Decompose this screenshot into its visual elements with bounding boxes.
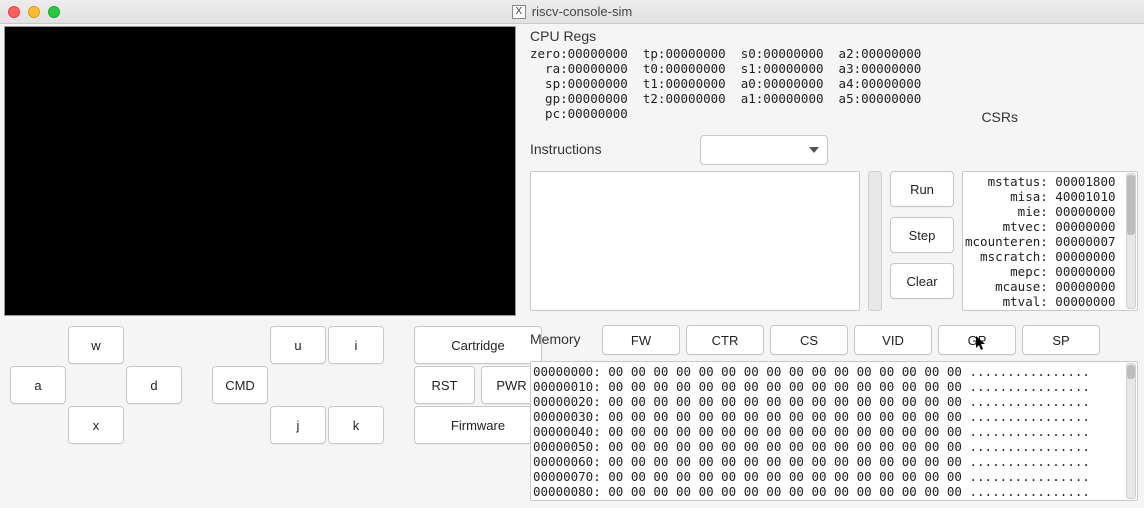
dpad-right-button[interactable]: d: [126, 366, 182, 404]
mem-tab-gp[interactable]: GP: [938, 325, 1016, 355]
cpu-regs-label: CPU Regs: [530, 28, 1138, 44]
k-button[interactable]: k: [328, 406, 384, 444]
clear-button[interactable]: Clear: [890, 263, 954, 299]
minimize-icon[interactable]: [28, 6, 40, 18]
window-controls: [8, 6, 60, 18]
memory-hex-text: 00000000: 00 00 00 00 00 00 00 00 00 00 …: [533, 364, 1123, 501]
rst-button[interactable]: RST: [414, 366, 475, 404]
window-title: riscv-console-sim: [532, 4, 632, 19]
dpad-up-button[interactable]: w: [68, 326, 124, 364]
maximize-icon[interactable]: [48, 6, 60, 18]
csr-text: mstatus: 00001800 misa: 40001010 mie: 00…: [965, 174, 1137, 311]
memory-hex-view[interactable]: 00000000: 00 00 00 00 00 00 00 00 00 00 …: [530, 361, 1138, 501]
mem-tab-ctr[interactable]: CTR: [686, 325, 764, 355]
instructions-combo[interactable]: [700, 135, 828, 165]
titlebar: X riscv-console-sim: [0, 0, 1144, 24]
dpad: w a d x: [10, 326, 182, 444]
instructions-list[interactable]: [530, 171, 860, 311]
cmd-button[interactable]: CMD: [212, 366, 268, 404]
mem-tab-cs[interactable]: CS: [770, 325, 848, 355]
dpad-down-button[interactable]: x: [68, 406, 124, 444]
mem-tab-fw[interactable]: FW: [602, 325, 680, 355]
instructions-scrollbar[interactable]: [868, 171, 882, 311]
csrs-label: CSRs: [981, 109, 1018, 125]
face-buttons: CMD u i j k: [212, 326, 384, 444]
instructions-label: Instructions: [530, 141, 690, 157]
display-screen: [4, 26, 516, 316]
cpu-regs: zero:00000000 tp:00000000 s0:00000000 a2…: [530, 46, 1138, 121]
csrs-scrollbar[interactable]: [1126, 173, 1136, 309]
csrs-list: mstatus: 00001800 misa: 40001010 mie: 00…: [962, 171, 1138, 311]
memory-scrollbar[interactable]: [1126, 363, 1136, 499]
i-button[interactable]: i: [328, 326, 384, 364]
j-button[interactable]: j: [270, 406, 326, 444]
dpad-left-button[interactable]: a: [10, 366, 66, 404]
close-icon[interactable]: [8, 6, 20, 18]
mem-tab-sp[interactable]: SP: [1022, 325, 1100, 355]
step-button[interactable]: Step: [890, 217, 954, 253]
x11-icon: X: [512, 5, 526, 19]
run-button[interactable]: Run: [890, 171, 954, 207]
mem-tab-vid[interactable]: VID: [854, 325, 932, 355]
chevron-down-icon: [809, 147, 819, 153]
u-button[interactable]: u: [270, 326, 326, 364]
memory-label: Memory: [530, 331, 596, 347]
